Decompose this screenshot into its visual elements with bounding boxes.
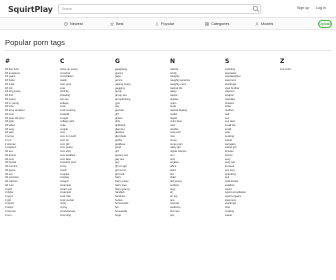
page-title: Popular porn tags	[5, 38, 65, 47]
top-header: SquirtPlay Search Sign up Log in	[0, 0, 336, 18]
logo-text: SquirtPlay	[8, 4, 53, 14]
tag-link[interactable]: pov	[170, 214, 220, 218]
login-link[interactable]: Log in	[316, 6, 326, 10]
tag-list: zoe scott	[280, 68, 330, 72]
main-nav: Newest Best Popular Categories Models Up…	[0, 18, 336, 30]
column-letter: #	[5, 58, 11, 65]
star-icon	[110, 22, 114, 26]
tag-list: 18 fine fuck 18 amateurs 18 years 18 babe 18…	[5, 68, 55, 217]
tag-link[interactable]: zoe scott	[280, 68, 330, 72]
tag-column-hash: # 18 fine fuck 18 amateurs 18 years 18 babe…	[5, 58, 55, 217]
tag-column-c: C close up pussy cumshot compilation castin…	[60, 58, 110, 217]
divider	[5, 50, 332, 51]
column-letter: N	[170, 58, 176, 65]
column-letter: Z	[280, 58, 285, 65]
tag-link[interactable]: cumming	[60, 214, 110, 218]
search-input[interactable]: Search	[58, 4, 261, 14]
signup-link[interactable]: Sign up	[297, 6, 309, 10]
nav-item-best[interactable]: Best	[116, 22, 124, 26]
tag-column-n: N natural nerdy naughty naughty america naug…	[170, 58, 220, 217]
nav-item-newest[interactable]: Newest	[70, 22, 83, 26]
tag-list: gangbang granny gape gonzo gaping pussy gaggi…	[115, 68, 165, 217]
column-letter: G	[115, 58, 120, 65]
tag-link[interactable]: sweet	[225, 214, 275, 218]
column-letter: S	[225, 58, 230, 65]
tag-column-g: G gangbang granny gape gonzo gaping pussy gag…	[115, 58, 165, 217]
nav-item-categories[interactable]: Categories	[211, 22, 229, 26]
search-icon[interactable]	[252, 5, 260, 13]
user-icon	[255, 22, 259, 26]
tag-column-s: S squirting stepsister stepdaughter stepmom…	[225, 58, 275, 217]
tag-list: close up pussy cumshot compilation castin ca…	[60, 68, 110, 217]
tag-list: natural nerdy naughty naughty america naught…	[170, 68, 220, 217]
clock-icon	[64, 22, 68, 26]
upload-button[interactable]: Upload	[318, 20, 332, 28]
tag-column-z: Z zoe scott	[280, 58, 330, 72]
tag-list: squirting stepsister stepdaughter stepmom st…	[225, 68, 275, 217]
fire-icon	[155, 22, 159, 26]
nav-item-popular[interactable]: Popular	[161, 22, 174, 26]
tag-link[interactable]: huge	[115, 214, 165, 218]
nav-item-models[interactable]: Models	[261, 22, 273, 26]
grid-icon	[205, 22, 209, 26]
site-logo[interactable]: SquirtPlay	[5, 3, 53, 15]
tag-link[interactable]: 3 a.m.	[5, 214, 55, 218]
column-letter: C	[60, 58, 65, 65]
